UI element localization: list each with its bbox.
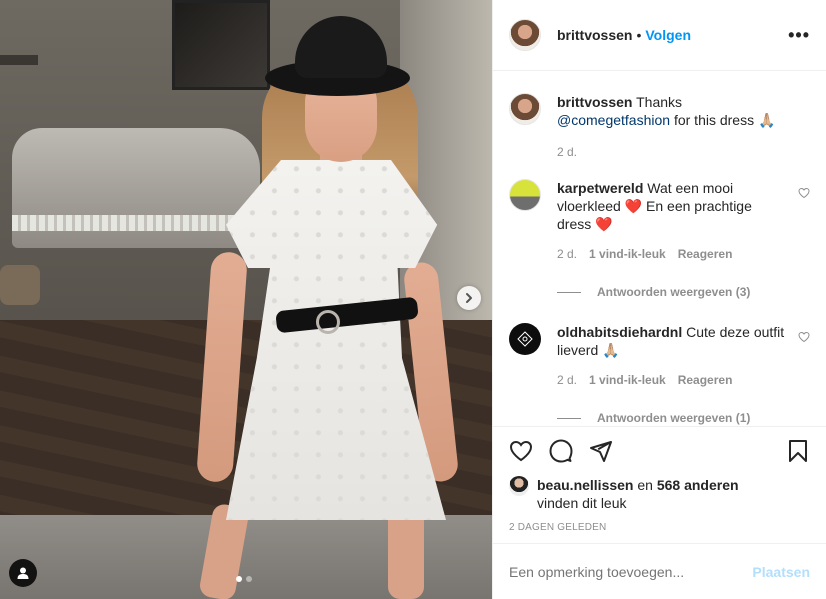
liker-username[interactable]: beau.nellissen bbox=[537, 477, 633, 493]
tagged-users-button[interactable] bbox=[9, 559, 37, 587]
caption-text-after: for this dress 🙏🏼 bbox=[670, 112, 776, 128]
comment-body: karpetwereld Wat een mooi vloerkleed ❤️ … bbox=[557, 179, 810, 263]
carousel-dot bbox=[246, 576, 252, 582]
bookmark-icon bbox=[789, 439, 807, 462]
like-comment-button[interactable] bbox=[798, 331, 810, 343]
comment-item: oldhabitsdiehardnl Cute deze outfit liev… bbox=[509, 323, 810, 389]
post-header: brittvossen • Volgen ••• bbox=[493, 0, 826, 71]
caption-text-before: Thanks bbox=[636, 94, 683, 110]
more-options-button[interactable]: ••• bbox=[788, 25, 810, 46]
commenter-avatar[interactable] bbox=[509, 323, 541, 355]
share-button[interactable] bbox=[589, 439, 613, 463]
share-icon bbox=[590, 440, 612, 462]
likes-text: beau.nellissen en 568 anderen vinden dit… bbox=[537, 476, 739, 512]
save-button[interactable] bbox=[786, 439, 810, 463]
view-replies-label[interactable]: Antwoorden weergeven (1) bbox=[597, 411, 750, 425]
likes-connector: en bbox=[633, 477, 657, 493]
author-avatar[interactable] bbox=[509, 19, 541, 51]
follow-button[interactable]: Volgen bbox=[645, 27, 691, 43]
add-comment-bar: Plaatsen bbox=[493, 543, 826, 599]
caption-text: brittvossen Thanks @comegetfashion for t… bbox=[557, 93, 788, 129]
comment-meta: 2 d. 1 vind-ik-leuk Reageren bbox=[557, 245, 788, 263]
chevron-right-icon bbox=[466, 293, 472, 303]
caption: brittvossen Thanks @comegetfashion for t… bbox=[509, 93, 810, 161]
comment-time[interactable]: 2 d. bbox=[557, 245, 577, 263]
comment-item: karpetwereld Wat een mooi vloerkleed ❤️ … bbox=[509, 179, 810, 263]
post-actions bbox=[493, 426, 826, 474]
heart-icon bbox=[798, 187, 810, 199]
logo-icon bbox=[517, 331, 533, 347]
comment-button[interactable] bbox=[549, 439, 573, 463]
caption-avatar[interactable] bbox=[509, 93, 541, 125]
caption-username[interactable]: brittvossen bbox=[557, 94, 632, 110]
comment-input[interactable] bbox=[509, 563, 753, 580]
post-comment-button[interactable]: Plaatsen bbox=[752, 564, 810, 580]
reply-button[interactable]: Reageren bbox=[678, 245, 733, 263]
comment-username[interactable]: oldhabitsdiehardnl bbox=[557, 324, 682, 340]
author-username[interactable]: brittvossen bbox=[557, 27, 632, 43]
photo-person bbox=[0, 0, 492, 599]
comment-time[interactable]: 2 d. bbox=[557, 371, 577, 389]
likes-suffix: vinden dit leuk bbox=[537, 495, 627, 511]
instagram-post-dialog: brittvossen • Volgen ••• brittvossen Tha… bbox=[0, 0, 826, 599]
caption-meta: 2 d. bbox=[557, 143, 788, 161]
replies-line bbox=[557, 417, 581, 419]
comment-likes[interactable]: 1 vind-ik-leuk bbox=[589, 245, 666, 263]
liker-avatar[interactable] bbox=[509, 476, 529, 496]
comment-icon bbox=[549, 439, 573, 462]
carousel-dot-active bbox=[236, 576, 242, 582]
comment-text: karpetwereld Wat een mooi vloerkleed ❤️ … bbox=[557, 179, 788, 233]
next-photo-button[interactable] bbox=[457, 286, 481, 310]
user-icon bbox=[17, 567, 29, 579]
post-photo[interactable] bbox=[0, 0, 492, 599]
header-separator: • bbox=[636, 27, 642, 43]
caption-mention[interactable]: @comegetfashion bbox=[557, 112, 670, 128]
view-replies-label[interactable]: Antwoorden weergeven (3) bbox=[597, 285, 750, 299]
caption-time[interactable]: 2 d. bbox=[557, 143, 577, 161]
likes-others[interactable]: 568 anderen bbox=[657, 477, 739, 493]
comments-list[interactable]: brittvossen Thanks @comegetfashion for t… bbox=[493, 71, 826, 426]
belt-buckle bbox=[316, 310, 340, 334]
view-replies-button[interactable]: Antwoorden weergeven (3) bbox=[557, 285, 810, 299]
comment-likes[interactable]: 1 vind-ik-leuk bbox=[589, 371, 666, 389]
like-button[interactable] bbox=[509, 439, 533, 463]
likes-summary: beau.nellissen en 568 anderen vinden dit… bbox=[493, 476, 826, 512]
comment-text: oldhabitsdiehardnl Cute deze outfit liev… bbox=[557, 323, 788, 359]
comment-username[interactable]: karpetwereld bbox=[557, 180, 643, 196]
comment-body: oldhabitsdiehardnl Cute deze outfit liev… bbox=[557, 323, 810, 389]
caption-body: brittvossen Thanks @comegetfashion for t… bbox=[557, 93, 810, 161]
comment-meta: 2 d. 1 vind-ik-leuk Reageren bbox=[557, 371, 788, 389]
post-side-panel: brittvossen • Volgen ••• brittvossen Tha… bbox=[492, 0, 826, 599]
reply-button[interactable]: Reageren bbox=[678, 371, 733, 389]
heart-icon bbox=[509, 440, 533, 461]
view-replies-button[interactable]: Antwoorden weergeven (1) bbox=[557, 411, 810, 425]
carousel-dots bbox=[236, 576, 252, 582]
heart-icon bbox=[798, 331, 810, 343]
commenter-avatar[interactable] bbox=[509, 179, 541, 211]
replies-line bbox=[557, 291, 581, 293]
post-date[interactable]: 2 DAGEN GELEDEN bbox=[493, 522, 826, 533]
like-comment-button[interactable] bbox=[798, 187, 810, 199]
hat-crown bbox=[295, 16, 387, 78]
